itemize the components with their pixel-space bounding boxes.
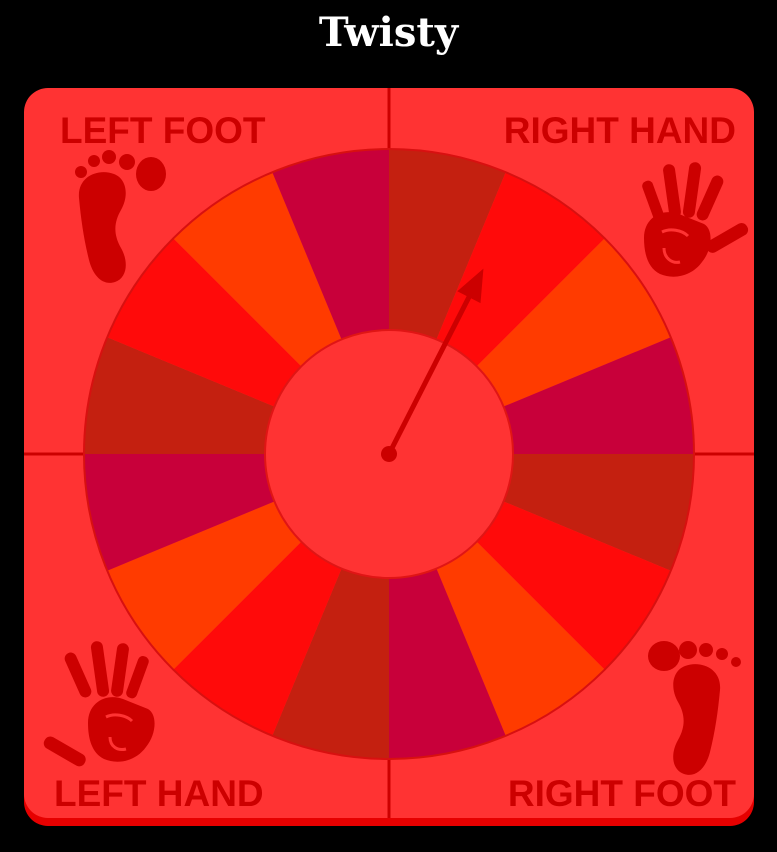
page-title: Twisty	[318, 9, 459, 56]
label-right-foot: RIGHT FOOT	[508, 773, 737, 814]
label-left-foot: LEFT FOOT	[60, 110, 266, 151]
twisty-app: Twisty LEFT FOOT RIGHT HAND LEFT HAND RI…	[0, 0, 777, 852]
label-left-hand: LEFT HAND	[54, 773, 264, 814]
spinner-board: LEFT FOOT RIGHT HAND LEFT HAND RIGHT FOO…	[24, 88, 754, 826]
label-right-hand: RIGHT HAND	[504, 110, 736, 151]
